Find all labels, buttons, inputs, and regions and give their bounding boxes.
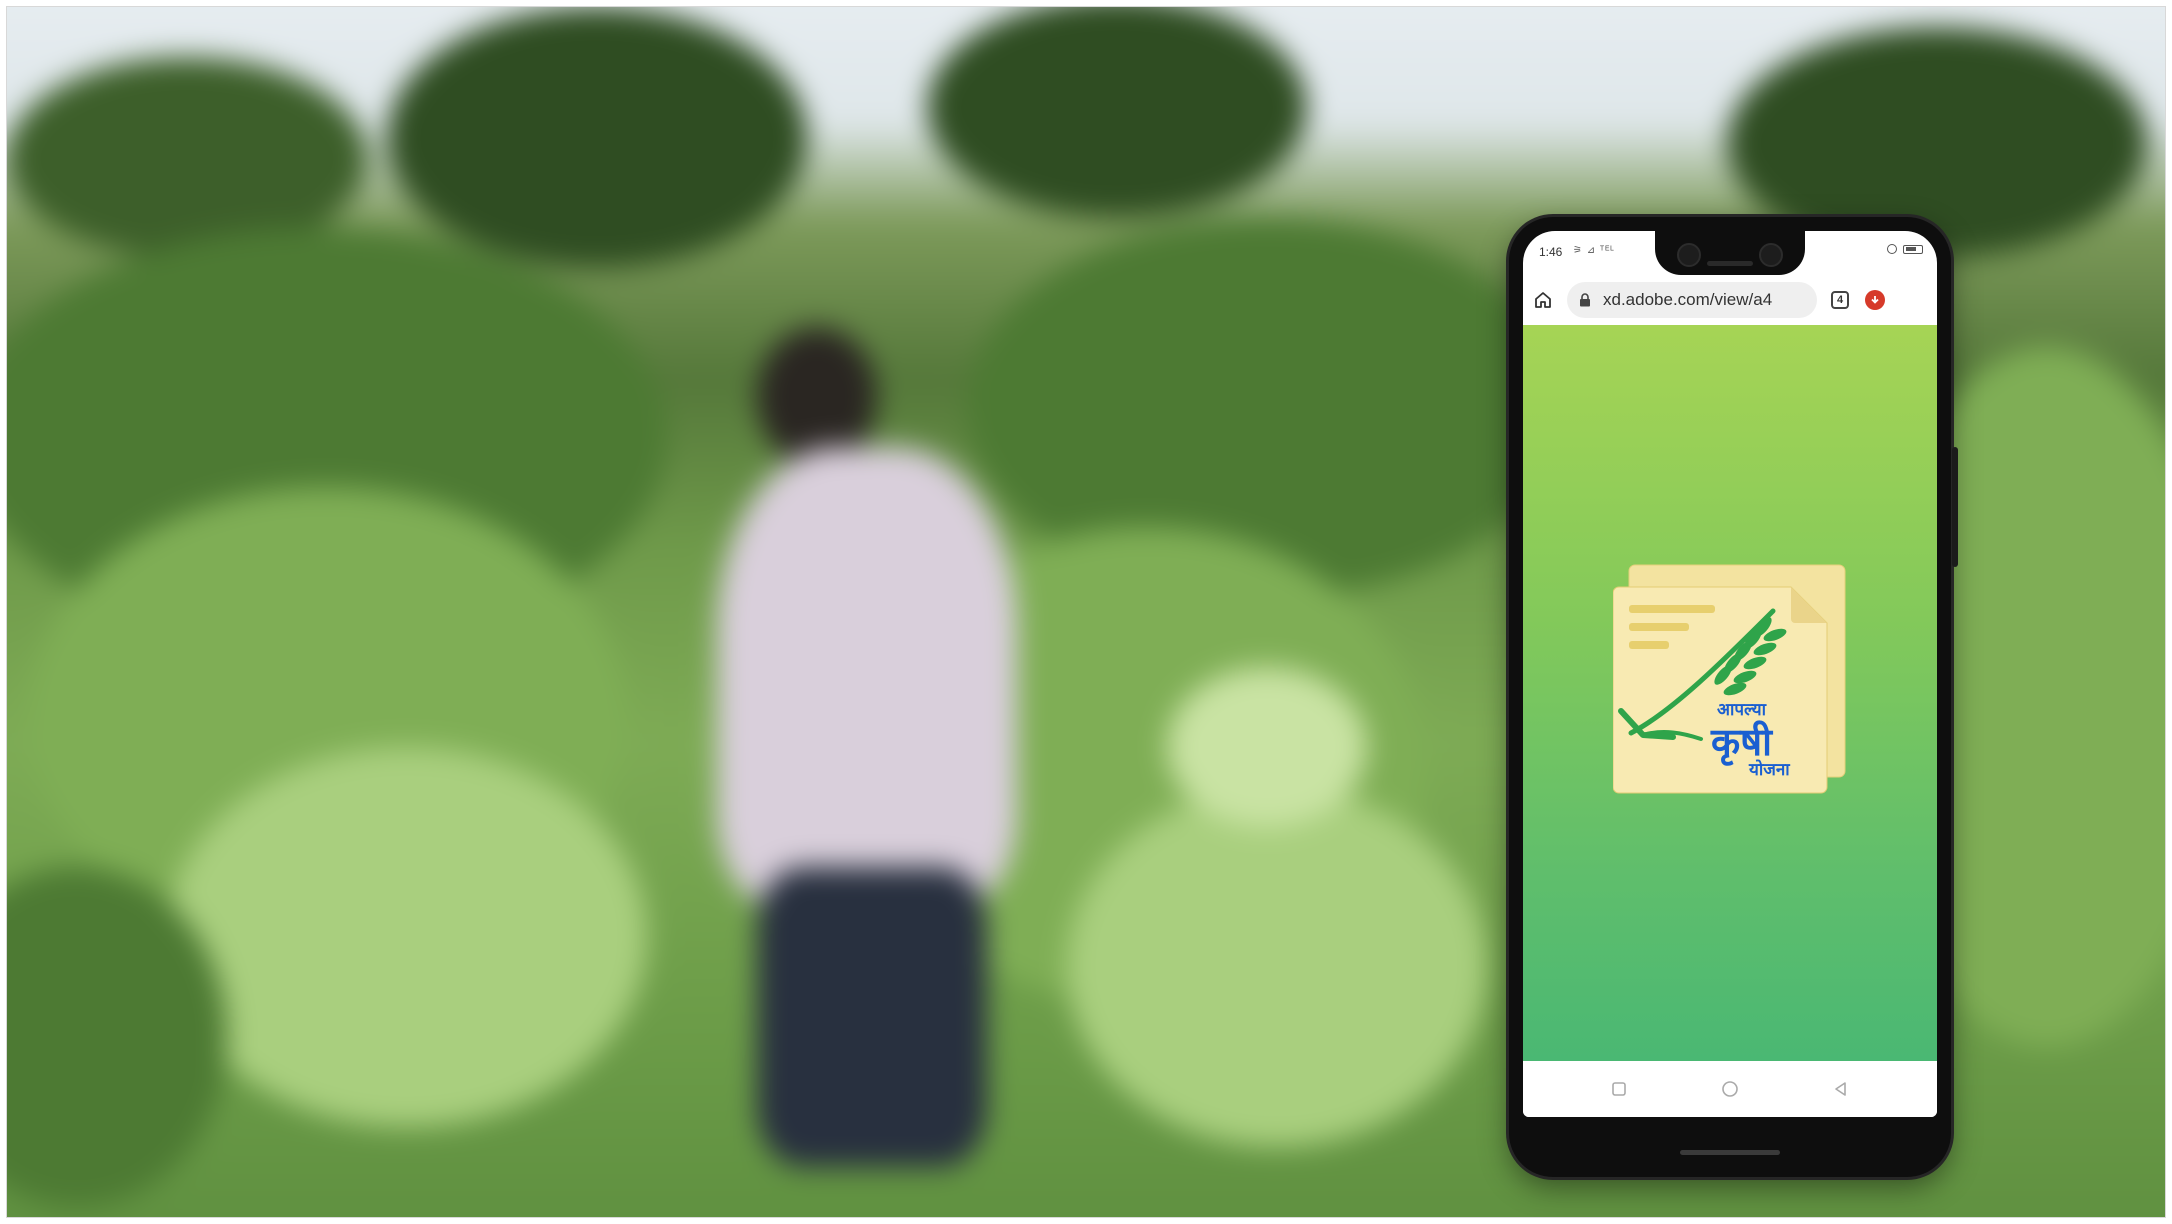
earpiece-speaker — [1707, 261, 1753, 266]
phone-screen: 1:46 ⚞ ⊿ ᵀᴱᴸ xd.adobe.com/view/a4 4 आपल्… — [1523, 231, 1937, 1117]
status-icons — [1887, 244, 1923, 254]
battery-icon — [1903, 244, 1923, 254]
browser-menu-icon[interactable] — [1865, 290, 1885, 310]
app-logo: आपल्या कृषी योजना — [1612, 561, 1849, 797]
back-triangle-icon[interactable] — [1830, 1078, 1852, 1100]
front-camera-icon — [1677, 243, 1701, 267]
android-nav-bar — [1523, 1061, 1937, 1117]
front-camera-icon — [1759, 243, 1783, 267]
lock-icon — [1579, 293, 1593, 307]
alarm-icon — [1887, 244, 1897, 254]
status-network: ⚞ ⊿ ᵀᴱᴸ — [1573, 245, 1615, 256]
phone-mockup: 1:46 ⚞ ⊿ ᵀᴱᴸ xd.adobe.com/view/a4 4 आपल्… — [1509, 217, 1958, 1177]
recents-icon[interactable] — [1608, 1078, 1630, 1100]
browser-toolbar: xd.adobe.com/view/a4 4 — [1523, 275, 1937, 325]
address-bar[interactable]: xd.adobe.com/view/a4 — [1567, 282, 1817, 318]
status-time: 1:46 — [1539, 245, 1563, 259]
app-splash-screen: आपल्या कृषी योजना — [1523, 325, 1937, 1061]
phone-side-button — [1952, 447, 1958, 567]
logo-text-top: आपल्या — [1717, 700, 1767, 720]
address-bar-url: xd.adobe.com/view/a4 — [1603, 290, 1773, 309]
phone-notch — [1655, 231, 1805, 275]
tab-switcher-button[interactable]: 4 — [1831, 291, 1849, 309]
home-circle-icon[interactable] — [1719, 1078, 1741, 1100]
home-icon[interactable] — [1531, 288, 1555, 312]
video-frame: 1:46 ⚞ ⊿ ᵀᴱᴸ xd.adobe.com/view/a4 4 आपल्… — [6, 6, 2166, 1218]
logo-text-bottom: योजना — [1748, 759, 1790, 780]
phone-chin-bar — [1680, 1150, 1780, 1155]
